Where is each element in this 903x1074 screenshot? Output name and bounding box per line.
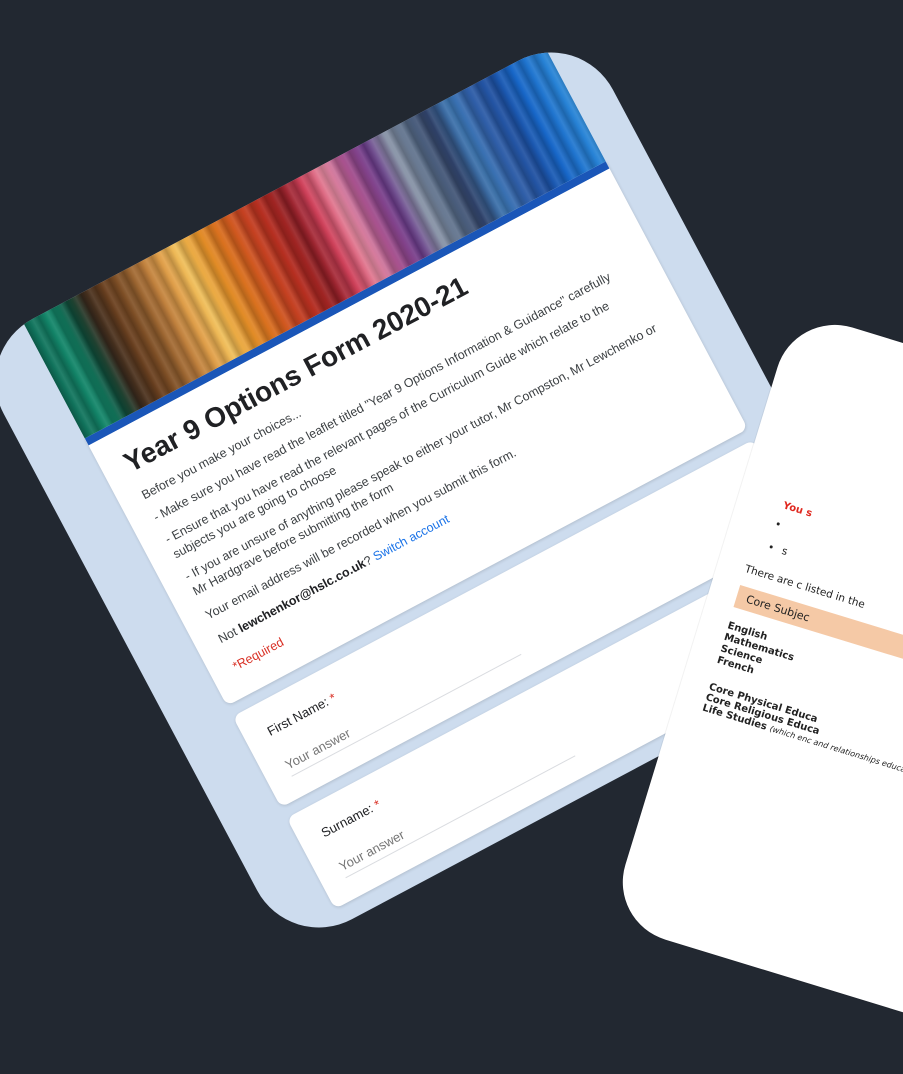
required-asterisk: * [371,796,384,813]
question-label-text: First Name: [264,694,331,739]
required-asterisk: * [327,689,339,706]
not-prefix: Not [215,624,240,647]
question-label-text: Surname: [318,800,376,841]
